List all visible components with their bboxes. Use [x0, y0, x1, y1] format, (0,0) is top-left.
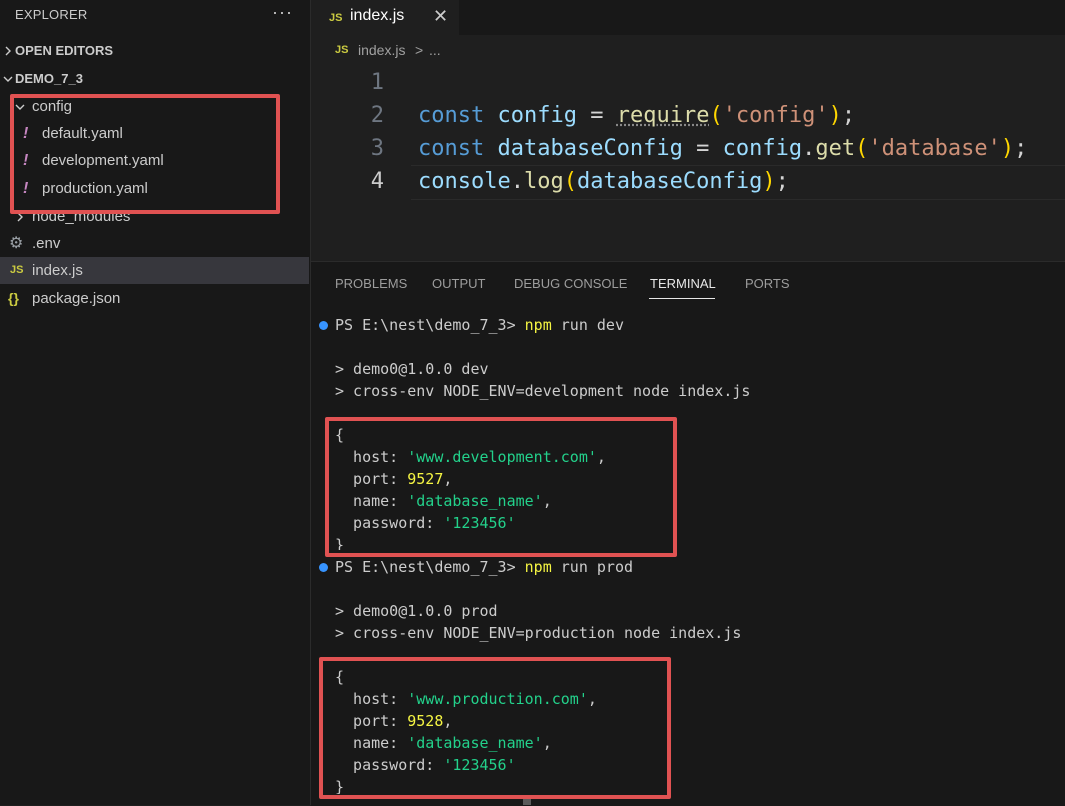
close-icon[interactable]: ✕: [433, 6, 448, 27]
command-status-icon: [319, 321, 328, 330]
output-brace-close: }: [335, 536, 345, 550]
folder-item-node-modules[interactable]: node_modules: [0, 203, 309, 230]
file-item-index-js[interactable]: JS index.js: [0, 257, 309, 284]
terminal-command-1: PS E:\nest\demo_7_3> npm run dev: [335, 316, 624, 334]
line-number: 1: [370, 70, 384, 95]
script-line: > cross-env NODE_ENV=development node in…: [335, 382, 751, 400]
js-file-icon: JS: [10, 264, 24, 276]
line-number: 2: [370, 103, 384, 128]
code-line-2: const config = require('config');: [418, 103, 856, 128]
yaml-file-icon: !: [23, 180, 29, 197]
terminal-scrollbar[interactable]: [523, 799, 531, 805]
code-editor[interactable]: 1 2 3 4 const config = require('config')…: [311, 65, 1065, 261]
code-line-4: console.log(databaseConfig);: [418, 169, 789, 194]
explorer-sidebar: EXPLORER ··· OPEN EDITORS DEMO_7_3 confi…: [0, 0, 311, 805]
output-port: port: 9527,: [335, 470, 453, 488]
output-host: host: 'www.development.com',: [335, 448, 606, 466]
output-password: password: '123456': [335, 514, 516, 532]
tab-problems[interactable]: PROBLEMS: [335, 276, 407, 291]
gear-icon: ⚙: [9, 235, 24, 252]
output-name: name: 'database_name',: [335, 492, 552, 510]
chevron-down-icon: [3, 76, 13, 82]
file-item-package-json[interactable]: {} package.json: [0, 285, 309, 312]
explorer-title: EXPLORER: [15, 7, 88, 22]
breadcrumb: JS index.js > ...: [311, 35, 1065, 65]
file-item-default-yaml[interactable]: ! default.yaml: [0, 120, 309, 147]
chevron-right-icon: [17, 212, 23, 222]
terminal-prompt: PS E:\nest\demo_7_3>: [335, 316, 516, 334]
file-label: production.yaml: [42, 180, 148, 197]
command-status-icon: [319, 563, 328, 572]
output-password: password: '123456': [335, 756, 516, 774]
tab-terminal[interactable]: TERMINAL: [650, 276, 716, 291]
breadcrumb-more[interactable]: ...: [429, 42, 441, 58]
file-item-env[interactable]: ⚙ .env: [0, 230, 309, 257]
chevron-down-icon: [15, 104, 25, 110]
output-host: host: 'www.production.com',: [335, 690, 597, 708]
yaml-file-icon: !: [23, 152, 29, 169]
file-label: .env: [32, 235, 61, 252]
line-number: 4: [370, 169, 384, 194]
file-item-production-yaml[interactable]: ! production.yaml: [0, 175, 309, 202]
terminal-prompt: PS E:\nest\demo_7_3>: [335, 558, 516, 576]
project-label: DEMO_7_3: [15, 71, 83, 86]
json-file-icon: {}: [8, 290, 19, 306]
file-label: package.json: [32, 290, 121, 307]
command-args: run dev: [560, 316, 624, 334]
open-editors-section[interactable]: OPEN EDITORS: [0, 37, 309, 64]
file-label: node_modules: [32, 208, 131, 225]
script-line: > demo0@1.0.0 prod: [335, 602, 498, 620]
output-brace-open: {: [335, 668, 345, 686]
active-tab-indicator: [649, 298, 715, 299]
more-actions-icon[interactable]: ···: [272, 2, 293, 23]
output-port: port: 9528,: [335, 712, 453, 730]
js-file-icon: JS: [335, 44, 349, 56]
line-number: 3: [370, 136, 384, 161]
tab-label: index.js: [350, 7, 405, 24]
breadcrumb-file[interactable]: index.js: [358, 42, 405, 58]
open-editors-label: OPEN EDITORS: [15, 43, 114, 58]
file-item-development-yaml[interactable]: ! development.yaml: [0, 147, 309, 174]
command-name: npm: [524, 316, 552, 334]
tab-ports[interactable]: PORTS: [745, 276, 790, 291]
command-args: run prod: [560, 558, 634, 576]
output-name: name: 'database_name',: [335, 734, 552, 752]
editor-tab-bar: JS index.js ✕: [311, 0, 1065, 36]
yaml-file-icon: !: [23, 125, 29, 142]
tab-output[interactable]: OUTPUT: [432, 276, 485, 291]
config-folder[interactable]: config: [0, 93, 309, 120]
script-line: > demo0@1.0.0 dev: [335, 360, 489, 378]
script-line: > cross-env NODE_ENV=production node ind…: [335, 624, 742, 642]
file-label: default.yaml: [42, 125, 123, 142]
file-label: development.yaml: [42, 152, 164, 169]
terminal-command-2: PS E:\nest\demo_7_3> npm run prod: [335, 558, 633, 576]
file-label: index.js: [32, 262, 83, 279]
project-root[interactable]: DEMO_7_3: [0, 65, 309, 92]
output-brace-open: {: [335, 426, 345, 444]
config-folder-label: config: [32, 98, 73, 115]
breadcrumb-separator: >: [415, 42, 424, 58]
code-line-3: const databaseConfig = config.get('datab…: [418, 136, 1028, 161]
tab-debug-console[interactable]: DEBUG CONSOLE: [514, 276, 627, 291]
js-file-icon: JS: [329, 12, 343, 24]
chevron-right-icon: [5, 46, 11, 56]
output-brace-close: }: [335, 778, 345, 794]
tab-index-js[interactable]: JS index.js ✕: [311, 0, 459, 36]
command-name: npm: [524, 558, 552, 576]
